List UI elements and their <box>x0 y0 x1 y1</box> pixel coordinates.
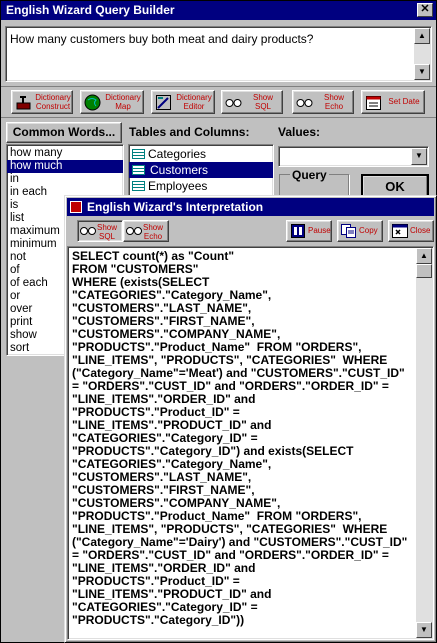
hammer-icon <box>15 94 32 111</box>
dictionary-map-label-1: Dictionary <box>105 93 141 102</box>
question-text: How many customers buy both meat and dai… <box>10 32 314 46</box>
sql-line: "PRODUCTS"."Category_ID")) <box>72 613 245 627</box>
interpretation-window: English Wizard's Interpretation Show SQL… <box>64 195 437 643</box>
show-sql-toggle[interactable]: Show SQL <box>77 220 123 242</box>
copy-label: Copy <box>359 226 378 235</box>
show-echo-button[interactable]: Show Echo <box>292 90 354 114</box>
pause-label: Pause <box>308 226 331 235</box>
interpretation-title-bar[interactable]: English Wizard's Interpretation <box>67 198 434 216</box>
scroll-down-icon[interactable]: ▼ <box>416 622 432 638</box>
glasses-icon <box>126 227 142 235</box>
dictionary-map-label-2: Map <box>115 102 131 111</box>
interpretation-title: English Wizard's Interpretation <box>87 200 264 214</box>
scroll-thumb[interactable] <box>416 264 432 278</box>
sql-textarea[interactable]: SELECT count(*) as "Count" FROM "CUSTOMER… <box>67 246 434 640</box>
list-item[interactable]: Customers <box>129 162 273 178</box>
scroll-up-icon[interactable]: ▲ <box>416 248 432 264</box>
toolbar: Dictionary Construct Dictionary Map Dictiona… <box>1 86 436 118</box>
interpretation-toolbar: Show SQL Show Echo Pause Copy Close <box>67 218 434 244</box>
show-sql-label-2: SQL <box>99 232 116 241</box>
show-sql-button[interactable]: Show SQL <box>221 90 283 114</box>
list-item-label: Customers <box>150 163 209 177</box>
scroll-up-icon[interactable]: ▲ <box>414 28 430 44</box>
close-button[interactable]: Close <box>388 220 434 242</box>
list-item[interactable]: how much <box>7 160 123 173</box>
sql-scrollbar[interactable]: ▲ ▼ <box>416 248 432 638</box>
glasses-icon <box>80 227 96 235</box>
table-icon <box>132 149 145 159</box>
list-item-label: Categories <box>148 147 207 161</box>
ok-label: OK <box>385 179 405 194</box>
list-item[interactable]: how many <box>7 147 123 160</box>
pause-icon <box>291 224 305 238</box>
dictionary-editor-label-2: Editor <box>183 102 205 111</box>
dictionary-construct-button[interactable]: Dictionary Construct <box>11 90 73 114</box>
common-words-button[interactable]: Common Words... <box>6 122 122 143</box>
tables-columns-label: Tables and Columns: <box>129 125 250 139</box>
question-scrollbar[interactable]: ▲ ▼ <box>414 28 430 80</box>
dictionary-construct-label-2: Construct <box>35 102 71 111</box>
tables-columns-list[interactable]: Categories Customers Employees <box>128 144 274 199</box>
globe-icon <box>84 94 101 111</box>
set-date-button[interactable]: Set Date <box>361 90 425 114</box>
query-label: Query <box>290 168 329 182</box>
copy-button[interactable]: Copy <box>337 220 383 242</box>
dictionary-editor-button[interactable]: Dictionary Editor <box>151 90 215 114</box>
sql-text: SELECT count(*) as "Count" FROM "CUSTOMER… <box>72 250 412 627</box>
table-icon <box>132 165 145 175</box>
editor-icon <box>155 94 172 111</box>
show-echo-label-2: Echo <box>324 102 344 111</box>
list-item[interactable]: in <box>7 173 123 186</box>
dictionary-construct-label-1: Dictionary <box>35 93 71 102</box>
close-window-icon <box>392 224 408 238</box>
chevron-down-icon[interactable]: ▼ <box>411 148 427 165</box>
question-textbox[interactable]: How many customers buy both meat and dai… <box>5 26 432 82</box>
show-echo-label-1: Show <box>323 93 344 102</box>
table-icon <box>132 181 145 191</box>
glasses-icon <box>296 94 313 111</box>
main-window-title: English Wizard Query Builder <box>6 3 175 17</box>
show-echo-label-1: Show <box>143 223 164 232</box>
copy-icon <box>341 224 356 238</box>
values-dropdown[interactable]: ▼ <box>278 146 429 167</box>
show-echo-label-2: Echo <box>143 232 163 241</box>
close-label: Close <box>410 226 431 235</box>
calendar-icon <box>365 94 382 111</box>
set-date-label-1: Set Date <box>388 97 420 106</box>
scroll-down-icon[interactable]: ▼ <box>414 64 430 80</box>
dictionary-editor-label-1: Dictionary <box>176 93 212 102</box>
show-sql-label-1: Show <box>97 223 118 232</box>
list-item-label: Employees <box>148 179 208 193</box>
pause-button[interactable]: Pause <box>286 220 332 242</box>
window-icon <box>70 201 82 213</box>
list-item[interactable]: Employees <box>129 178 273 194</box>
show-sql-label-1: Show <box>252 93 273 102</box>
list-item[interactable]: Categories <box>129 146 273 162</box>
values-label: Values: <box>278 125 321 139</box>
dictionary-map-button[interactable]: Dictionary Map <box>80 90 144 114</box>
show-echo-toggle[interactable]: Show Echo <box>123 220 169 242</box>
show-sql-label-2: SQL <box>254 102 271 111</box>
main-title-bar[interactable]: English Wizard Query Builder ✕ <box>1 1 436 20</box>
glasses-icon <box>225 94 242 111</box>
close-icon[interactable]: ✕ <box>417 3 433 17</box>
common-words-label: Common Words... <box>12 125 116 139</box>
